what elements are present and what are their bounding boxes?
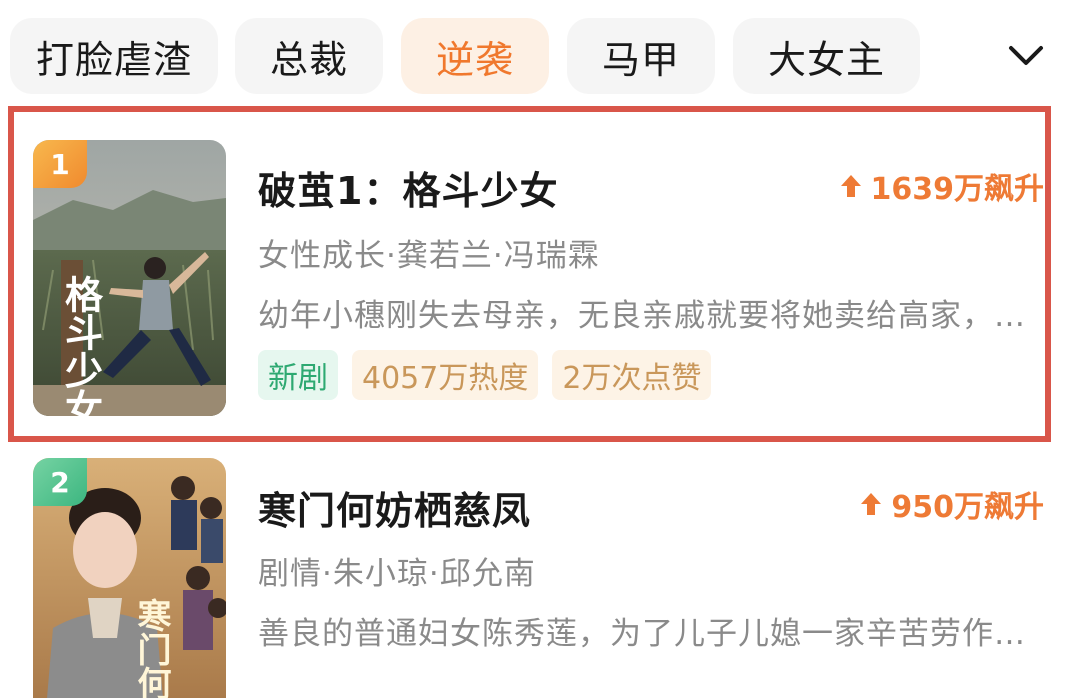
tab-ceo[interactable]: 总裁 xyxy=(235,18,383,94)
tab-counterattack[interactable]: 逆袭 xyxy=(401,18,549,94)
drama-description: 幼年小穗刚失去母亲，无良亲戚就要将她卖给高家，… xyxy=(258,298,1026,334)
chevron-down-icon[interactable] xyxy=(1003,38,1049,74)
badge-row: 新剧 4057万热度 2万次点赞 xyxy=(258,350,712,400)
drama-title[interactable]: 寒门何妨栖慈凤 xyxy=(258,480,531,535)
poster-image[interactable]: 寒门何 2 xyxy=(33,458,226,698)
trend-value: 1639万飙升 xyxy=(870,172,1045,207)
trend-indicator: 950万飙升 xyxy=(859,482,1044,526)
drama-description: 善良的普通妇女陈秀莲，为了儿子儿媳一家辛苦劳作… xyxy=(258,616,1026,652)
rank-badge: 2 xyxy=(33,458,87,506)
rank-badge: 1 xyxy=(33,140,87,188)
poster-title-text: 格斗少女 xyxy=(59,275,104,416)
arrow-up-icon xyxy=(861,493,882,515)
poster-image[interactable]: 格斗少女 1 xyxy=(33,140,226,416)
trend-value: 950万飙升 xyxy=(891,490,1044,525)
trend-indicator: 1639万飙升 xyxy=(839,164,1045,208)
list-item[interactable]: 寒门何 2 寒门何妨栖慈凤 950万飙升 剧情·朱小琼·邱允南 善良的普通妇女陈… xyxy=(0,444,1080,698)
poster-title-text: 寒门何 xyxy=(131,598,171,698)
new-badge: 新剧 xyxy=(258,350,338,400)
tab-hidden-identity[interactable]: 马甲 xyxy=(567,18,715,94)
likes-badge: 2万次点赞 xyxy=(552,350,712,400)
category-tab-bar: 打脸虐渣 总裁 逆袭 马甲 大女主 xyxy=(0,0,1080,110)
drama-title[interactable]: 破茧1：格斗少女 xyxy=(258,160,558,215)
drama-tags: 剧情·朱小琼·邱允南 xyxy=(258,556,536,592)
heat-badge: 4057万热度 xyxy=(352,350,539,400)
tab-slap-face[interactable]: 打脸虐渣 xyxy=(10,18,218,94)
drama-tags: 女性成长·龚若兰·冯瑞霖 xyxy=(258,238,600,274)
tab-heroine[interactable]: 大女主 xyxy=(733,18,920,94)
list-item[interactable]: 格斗少女 1 破茧1：格斗少女 1639万飙升 女性成长·龚若兰·冯瑞霖 幼年小… xyxy=(0,106,1080,444)
arrow-up-icon xyxy=(840,175,861,197)
